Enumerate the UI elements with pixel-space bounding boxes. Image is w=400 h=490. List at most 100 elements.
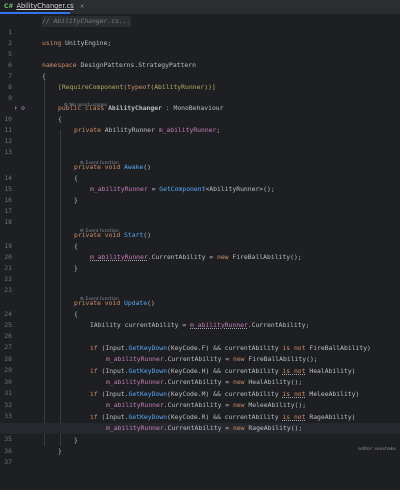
close-icon[interactable]: × [80, 3, 85, 10]
code-line-current: 35 m_abilityRunner.CurrentAbility = new … [0, 423, 400, 443]
attribute-rest: (AbilityRunner))] [150, 83, 216, 91]
code-line: 20 { [0, 241, 400, 261]
keyword: void [104, 299, 121, 307]
code-line: 1 // AbilityChanger.cs... [0, 16, 400, 36]
method-call: GetKeyDown [128, 413, 167, 421]
code-line: 17 } [0, 195, 400, 215]
editor-tab-bar: C# AbilityChanger.cs × [0, 0, 400, 15]
code-line: 21 m_abilityRunner.CurrentAbility = new … [0, 252, 400, 272]
keyword: using [42, 39, 62, 47]
expr: (KeyCode.M) && currentAbility [166, 390, 283, 398]
status-label: editor: seeshake [358, 447, 396, 452]
keyword: is not [282, 413, 306, 421]
code-line: 13 [0, 136, 400, 156]
tab-abilitychanger[interactable]: C# AbilityChanger.cs × [0, 0, 85, 14]
usage-hint[interactable]: ⚙ No asset usages [58, 94, 107, 108]
class-name: AbilityChanger [108, 104, 162, 112]
member-assign: .CurrentAbility = [163, 355, 233, 363]
brace: { [58, 115, 62, 123]
punct: ; [216, 126, 221, 134]
keyword: if [90, 367, 98, 375]
keyword: typeof [127, 83, 151, 91]
brace: { [74, 310, 78, 318]
expr: HealAbility) [305, 367, 356, 375]
expr: (KeyCode.R) && currentAbility [166, 413, 283, 421]
field-ref: m_abilityRunner [90, 253, 148, 261]
code-line: 33 m_abilityRunner.CurrentAbility = new … [0, 400, 400, 420]
folded-comment[interactable]: // AbilityChanger.cs... [42, 16, 131, 27]
method-call: GetKeyDown [128, 344, 167, 352]
punct: () [147, 299, 155, 307]
keyword: namespace [42, 61, 77, 69]
keyword: new [216, 253, 229, 261]
code-line: 29 m_abilityRunner.CurrentAbility = new … [0, 354, 400, 374]
keyword: is not [282, 344, 306, 352]
constructor-call: HealAbility(); [244, 378, 303, 386]
keyword: new [232, 401, 245, 409]
code-line: 7 namespace DesignPatterns.StrategyPatte… [0, 60, 400, 80]
code-line: 14 private void Awake() [0, 162, 400, 182]
field-ref: m_abilityRunner [106, 401, 164, 409]
expr: FireBallAbility) [305, 344, 371, 352]
keyword: new [232, 355, 245, 363]
keyword: void [104, 163, 121, 171]
method-name: Update [124, 299, 148, 307]
keyword: private [74, 231, 101, 239]
expr: (Input. [97, 367, 129, 375]
line-number: 37 [4, 458, 12, 466]
expr: MeleeAbility) [305, 390, 360, 398]
expr: (Input. [97, 344, 129, 352]
implements-marker-icon[interactable]: ↑ ⊙ [14, 103, 25, 114]
expr: (Input. [97, 413, 129, 421]
keyword: new [232, 378, 245, 386]
code-line: 16 m_abilityRunner = GetComponent<Abilit… [0, 184, 400, 204]
member-assign: .CurrentAbility = [163, 378, 233, 386]
code-line: 6 [0, 49, 400, 69]
line-number: 23 [4, 286, 12, 294]
member-access: .CurrentAbility; [247, 321, 310, 329]
keyword: is not [282, 390, 306, 398]
type-name: IAbility [90, 321, 121, 329]
line-number: 18 [4, 218, 12, 226]
code-line: 12 private AbilityRunner m_abilityRunner… [0, 125, 400, 145]
expr: (KeyCode.H) && currentAbility [166, 367, 283, 375]
line-number: 13 [4, 148, 12, 156]
code-line: 23 [0, 274, 400, 294]
brace: } [58, 447, 62, 455]
event-function-hint[interactable]: ⚙ Event function [74, 152, 119, 166]
generic-args: <AbilityRunner>(); [205, 185, 275, 193]
event-function-hint[interactable]: ⚙ Event function [74, 220, 119, 234]
keyword: class [84, 104, 105, 112]
keyword: public [58, 104, 82, 112]
code-line: 25 { [0, 309, 400, 329]
code-line: 27 [0, 331, 400, 351]
code-line: 2 [0, 27, 400, 47]
method-name: Start [124, 231, 144, 239]
code-line: 37 } [0, 446, 400, 466]
code-line: 36 } [0, 435, 400, 455]
code-line: 10 ↑ ⊙ public class AbilityChanger : Mon… [0, 103, 400, 123]
keyword: new [232, 424, 245, 432]
field-ref: m_abilityRunner [190, 321, 248, 329]
keyword: private [74, 163, 101, 171]
code-line: 34 if (Input.GetKeyDown(KeyCode.R) && cu… [0, 412, 400, 432]
keyword: private [74, 299, 101, 307]
code-line: 15 { [0, 173, 400, 193]
code-line: 26 IAbility currentAbility = m_abilityRu… [0, 320, 400, 340]
event-function-hint[interactable]: ⚙ Event function [74, 288, 119, 302]
expr: (Input. [97, 390, 129, 398]
constructor-call: RageAbility(); [244, 424, 303, 432]
constructor-call: FireBallAbility(); [244, 355, 318, 363]
code-line: 24 private void Update() [0, 298, 400, 318]
code-line: 18 [0, 206, 400, 226]
keyword: void [104, 231, 121, 239]
expr: (KeyCode.F) && currentAbility [166, 344, 283, 352]
attribute: [RequireComponent( [58, 83, 128, 91]
member-assign: .CurrentAbility = [147, 253, 217, 261]
keyword: if [90, 344, 98, 352]
base-class: : MonoBehaviour [161, 104, 224, 112]
type-name: AbilityRunner [104, 126, 155, 134]
code-line: 8 { [0, 71, 400, 91]
code-line: 9 [RequireComponent(typeof(AbilityRunner… [0, 82, 400, 102]
keyword: if [90, 413, 98, 421]
